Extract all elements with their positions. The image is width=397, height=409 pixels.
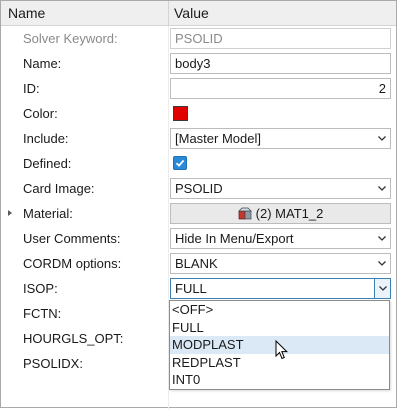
row-color: Color:	[1, 101, 396, 126]
chevron-down-icon[interactable]	[374, 254, 390, 273]
material-value: (2) MAT1_2	[255, 206, 324, 221]
row-material: Material: (2) MAT1_2	[1, 201, 396, 226]
card-image-label: Card Image:	[23, 181, 95, 196]
row-isop: ISOP: FULL	[1, 276, 396, 301]
isop-select[interactable]: FULL	[170, 278, 391, 299]
user-comments-label: User Comments:	[23, 231, 121, 246]
id-label: ID:	[23, 81, 40, 96]
row-name: Name: body3	[1, 51, 396, 76]
row-solver-keyword: Solver Keyword: PSOLID	[1, 26, 396, 51]
row-card-image: Card Image: PSOLID	[1, 176, 396, 201]
material-icon	[237, 206, 252, 220]
name-column-header[interactable]: Name	[8, 1, 45, 26]
hourgls-opt-label: HOURGLS_OPT:	[23, 331, 124, 346]
check-icon	[175, 159, 185, 167]
fctn-label: FCTN:	[23, 306, 62, 321]
isop-option-int0[interactable]: INT0	[170, 371, 389, 389]
row-user-comments: User Comments: Hide In Menu/Export	[1, 226, 396, 251]
value-column-header[interactable]: Value	[174, 1, 209, 26]
defined-checkbox[interactable]	[173, 156, 187, 170]
solver-keyword-field: PSOLID	[170, 28, 391, 49]
color-swatch[interactable]	[173, 106, 188, 121]
material-selector-button[interactable]: (2) MAT1_2	[170, 203, 391, 224]
card-image-select[interactable]: PSOLID	[170, 178, 391, 199]
include-value: [Master Model]	[175, 131, 261, 146]
id-field[interactable]: 2	[170, 78, 391, 99]
include-label: Include:	[23, 131, 69, 146]
expand-arrow-icon[interactable]	[8, 210, 12, 216]
include-select[interactable]: [Master Model]	[170, 128, 391, 149]
mouse-pointer-icon	[275, 339, 289, 363]
isop-label: ISOP:	[23, 281, 58, 296]
row-cordm: CORDM options: BLANK	[1, 251, 396, 276]
name-label: Name:	[23, 56, 62, 71]
isop-option-full[interactable]: FULL	[170, 319, 389, 337]
column-divider[interactable]	[168, 1, 169, 26]
cordm-label: CORDM options:	[23, 256, 122, 271]
user-comments-value: Hide In Menu/Export	[175, 231, 294, 246]
card-image-value: PSOLID	[175, 181, 223, 196]
chevron-down-icon[interactable]	[374, 129, 390, 148]
solver-keyword-label: Solver Keyword:	[23, 31, 118, 46]
defined-label: Defined:	[23, 156, 72, 171]
isop-option-off[interactable]: <OFF>	[170, 301, 389, 319]
chevron-down-icon[interactable]	[374, 279, 390, 298]
cordm-value: BLANK	[175, 256, 218, 271]
table-header: Name Value	[1, 1, 396, 26]
chevron-down-icon[interactable]	[374, 179, 390, 198]
psolidx-label: PSOLIDX:	[23, 356, 83, 371]
chevron-down-icon[interactable]	[374, 229, 390, 248]
row-id: ID: 2	[1, 76, 396, 101]
color-label: Color:	[23, 106, 58, 121]
cordm-select[interactable]: BLANK	[170, 253, 391, 274]
row-include: Include: [Master Model]	[1, 126, 396, 151]
name-field[interactable]: body3	[170, 53, 391, 74]
user-comments-select[interactable]: Hide In Menu/Export	[170, 228, 391, 249]
isop-value: FULL	[175, 281, 207, 296]
material-label: Material:	[23, 206, 73, 221]
row-defined: Defined:	[1, 151, 396, 176]
